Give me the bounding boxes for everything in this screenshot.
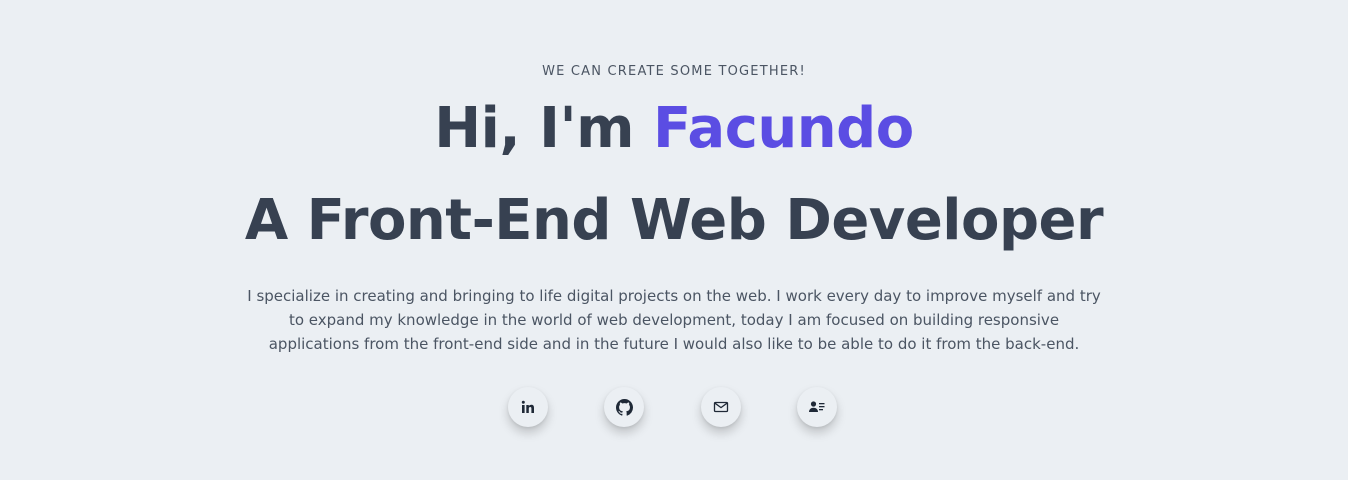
social-links	[0, 387, 1348, 427]
linkedin-icon	[520, 399, 536, 415]
hero-name: Facundo	[652, 96, 914, 161]
hero-greeting: Hi, I'm Facundo	[0, 96, 1348, 161]
greeting-prefix: Hi, I'm	[434, 96, 653, 161]
hero-eyebrow: WE CAN CREATE SOME TOGETHER!	[542, 64, 806, 79]
github-button[interactable]	[604, 387, 644, 427]
github-icon	[615, 398, 633, 416]
resume-button[interactable]	[797, 387, 837, 427]
email-button[interactable]	[701, 387, 741, 427]
contact-card-icon	[808, 399, 826, 415]
mail-icon	[713, 399, 729, 415]
hero-role: A Front-End Web Developer	[244, 188, 1104, 253]
linkedin-button[interactable]	[508, 387, 548, 427]
hero-section: WE CAN CREATE SOME TOGETHER! Hi, I'm Fac…	[0, 0, 1348, 480]
hero-bio: I specialize in creating and bringing to…	[247, 287, 1101, 353]
